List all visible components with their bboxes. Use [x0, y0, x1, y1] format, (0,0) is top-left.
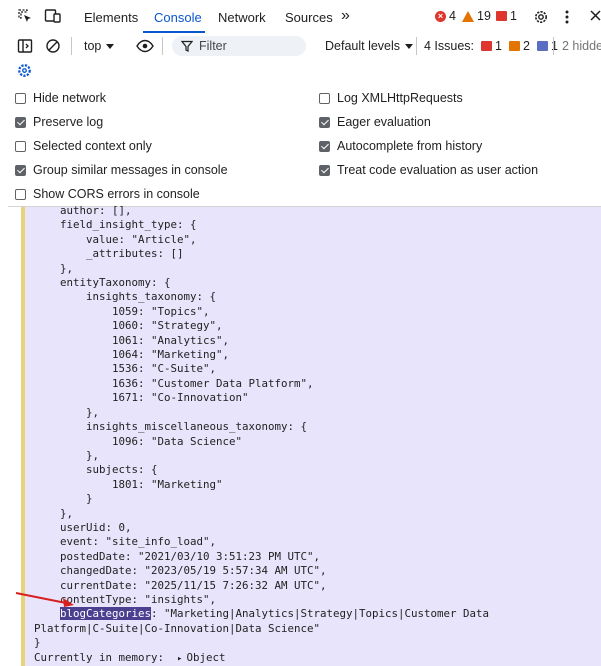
filter-input[interactable]: Filter — [172, 36, 306, 56]
code-line: postedDate: "2021/03/10 3:51:23 PM UTC", — [34, 549, 321, 563]
code-line: userUid: 0, — [34, 520, 132, 534]
expand-triangle-icon[interactable]: ▸ — [177, 654, 182, 664]
issue-warning-icon — [508, 41, 520, 51]
code-line: currentDate: "2025/11/15 7:26:32 AM UTC"… — [34, 578, 327, 592]
code-line: 1059: "Topics", — [34, 304, 210, 318]
tab-console[interactable]: Console — [154, 10, 202, 25]
show-cors-errors-checkbox[interactable]: Show CORS errors in console — [15, 187, 200, 201]
annotation-arrow-icon — [15, 592, 74, 607]
code-line: entityTaxonomy: { — [34, 276, 171, 290]
code-line: Platform|C-Suite|Co-Innovation|Data Scie… — [34, 621, 321, 635]
code-line: } — [34, 636, 41, 650]
tab-sources[interactable]: Sources — [285, 10, 333, 25]
code-line: insights_taxonomy: { — [34, 290, 217, 304]
console-settings-panel: Hide network Log XMLHttpRequests Preserv… — [0, 84, 601, 206]
warning-count-badge[interactable]: 19 — [462, 9, 491, 23]
autocomplete-from-history-checkbox[interactable]: Autocomplete from history — [319, 139, 482, 153]
tab-network[interactable]: Network — [218, 10, 266, 25]
devtools-tab-bar: Elements Console Network Sources » × 4 1… — [0, 0, 601, 34]
chevron-down-icon — [405, 44, 414, 50]
treat-code-evaluation-checkbox[interactable]: Treat code evaluation as user action — [319, 163, 538, 177]
code-line: }, — [34, 261, 74, 275]
live-expression-eye-icon[interactable] — [136, 39, 154, 56]
code-line: field_insight_type: { — [34, 218, 197, 232]
checkbox-box[interactable] — [15, 116, 26, 128]
more-options-icon[interactable] — [564, 9, 570, 28]
code-line: 1636: "Customer Data Platform", — [34, 376, 314, 390]
issue-icon — [496, 11, 507, 21]
code-line: contentType: "insights", — [34, 592, 217, 606]
active-tab-indicator — [143, 31, 205, 33]
code-line: subjects: { — [34, 463, 158, 477]
code-line: 1064: "Marketing", — [34, 348, 230, 362]
checkbox-box[interactable] — [319, 140, 330, 152]
log-xmlhttprequests-checkbox[interactable]: Log XMLHttpRequests — [319, 91, 463, 105]
sidebar-toggle-icon[interactable] — [17, 38, 33, 57]
checkbox-box[interactable] — [319, 164, 330, 176]
context-selector[interactable]: top — [84, 39, 115, 53]
selected-context-only-checkbox[interactable]: Selected context only — [15, 139, 152, 153]
checkbox-box[interactable] — [319, 116, 330, 128]
eager-evaluation-checkbox[interactable]: Eager evaluation — [319, 115, 431, 129]
code-line: _attributes: [] — [34, 247, 184, 261]
hidden-messages-count: 2 hidde — [562, 39, 601, 53]
checkbox-box[interactable] — [15, 164, 26, 176]
code-line: 1536: "C-Suite", — [34, 362, 217, 376]
code-value: : "Marketing|Analytics|Strategy|Topics|C… — [151, 607, 490, 621]
code-line: author: [], — [34, 204, 132, 217]
error-icon: × — [435, 10, 446, 22]
chevron-down-icon — [106, 44, 115, 50]
toolbar-divider — [416, 37, 417, 55]
preserve-log-checkbox[interactable]: Preserve log — [15, 115, 103, 129]
code-line: event: "site_info_load", — [34, 535, 217, 549]
code-line-blog-categories: blogCategories: "Marketing|Analytics|Str… — [34, 607, 489, 621]
code-line: 1096: "Data Science" — [34, 434, 243, 448]
close-devtools-icon[interactable] — [590, 10, 601, 24]
checkbox-box[interactable] — [15, 92, 26, 104]
toolbar-divider — [553, 37, 554, 55]
checkbox-box[interactable] — [15, 140, 26, 152]
issue-error-icon — [481, 41, 493, 51]
issues-button[interactable]: 4 Issues: 1 2 1 — [424, 39, 558, 53]
more-tabs-icon[interactable]: » — [341, 7, 350, 25]
object-preview[interactable]: author: [], field_insight_type: { value:… — [34, 204, 489, 666]
code-line: 1060: "Strategy", — [34, 319, 223, 333]
settings-gear-icon[interactable] — [533, 9, 549, 28]
log-levels-dropdown[interactable]: Default levels — [325, 39, 414, 53]
code-line: changedDate: "2023/05/19 5:57:34 AM UTC"… — [34, 564, 327, 578]
hide-network-checkbox[interactable]: Hide network — [15, 91, 106, 105]
memory-line: Currently in memory: ▸ Object — [34, 651, 489, 666]
code-line: }, — [34, 448, 100, 462]
memory-label: Currently in memory: — [34, 650, 165, 664]
inspect-element-icon[interactable] — [17, 8, 33, 27]
console-output[interactable]: author: [], field_insight_type: { value:… — [8, 204, 601, 666]
clear-console-icon[interactable] — [45, 38, 61, 57]
code-line: }, — [34, 506, 74, 520]
toolbar-divider — [71, 37, 72, 55]
toolbar-divider — [162, 37, 163, 55]
error-count-badge[interactable]: × 4 — [435, 9, 456, 23]
code-line: }, — [34, 405, 100, 419]
issues-count-badge[interactable]: 1 — [496, 9, 517, 23]
code-line: insights_miscellaneous_taxonomy: { — [34, 420, 308, 434]
code-line: } — [34, 492, 93, 506]
memory-object[interactable]: Object — [186, 651, 225, 664]
checkbox-box[interactable] — [319, 92, 330, 104]
tab-elements[interactable]: Elements — [84, 10, 138, 25]
console-settings-gear-icon[interactable] — [17, 63, 32, 81]
code-line: 1061: "Analytics", — [34, 333, 230, 347]
device-toolbar-icon[interactable] — [44, 8, 62, 27]
issue-info-icon — [536, 41, 548, 51]
code-line: 1671: "Co-Innovation" — [34, 391, 249, 405]
warning-icon — [462, 10, 474, 22]
checkbox-box[interactable] — [15, 188, 26, 200]
code-line: 1801: "Marketing" — [34, 477, 223, 491]
group-similar-messages-checkbox[interactable]: Group similar messages in console — [15, 163, 228, 177]
filter-icon — [180, 40, 194, 55]
code-line: value: "Article", — [34, 232, 197, 246]
